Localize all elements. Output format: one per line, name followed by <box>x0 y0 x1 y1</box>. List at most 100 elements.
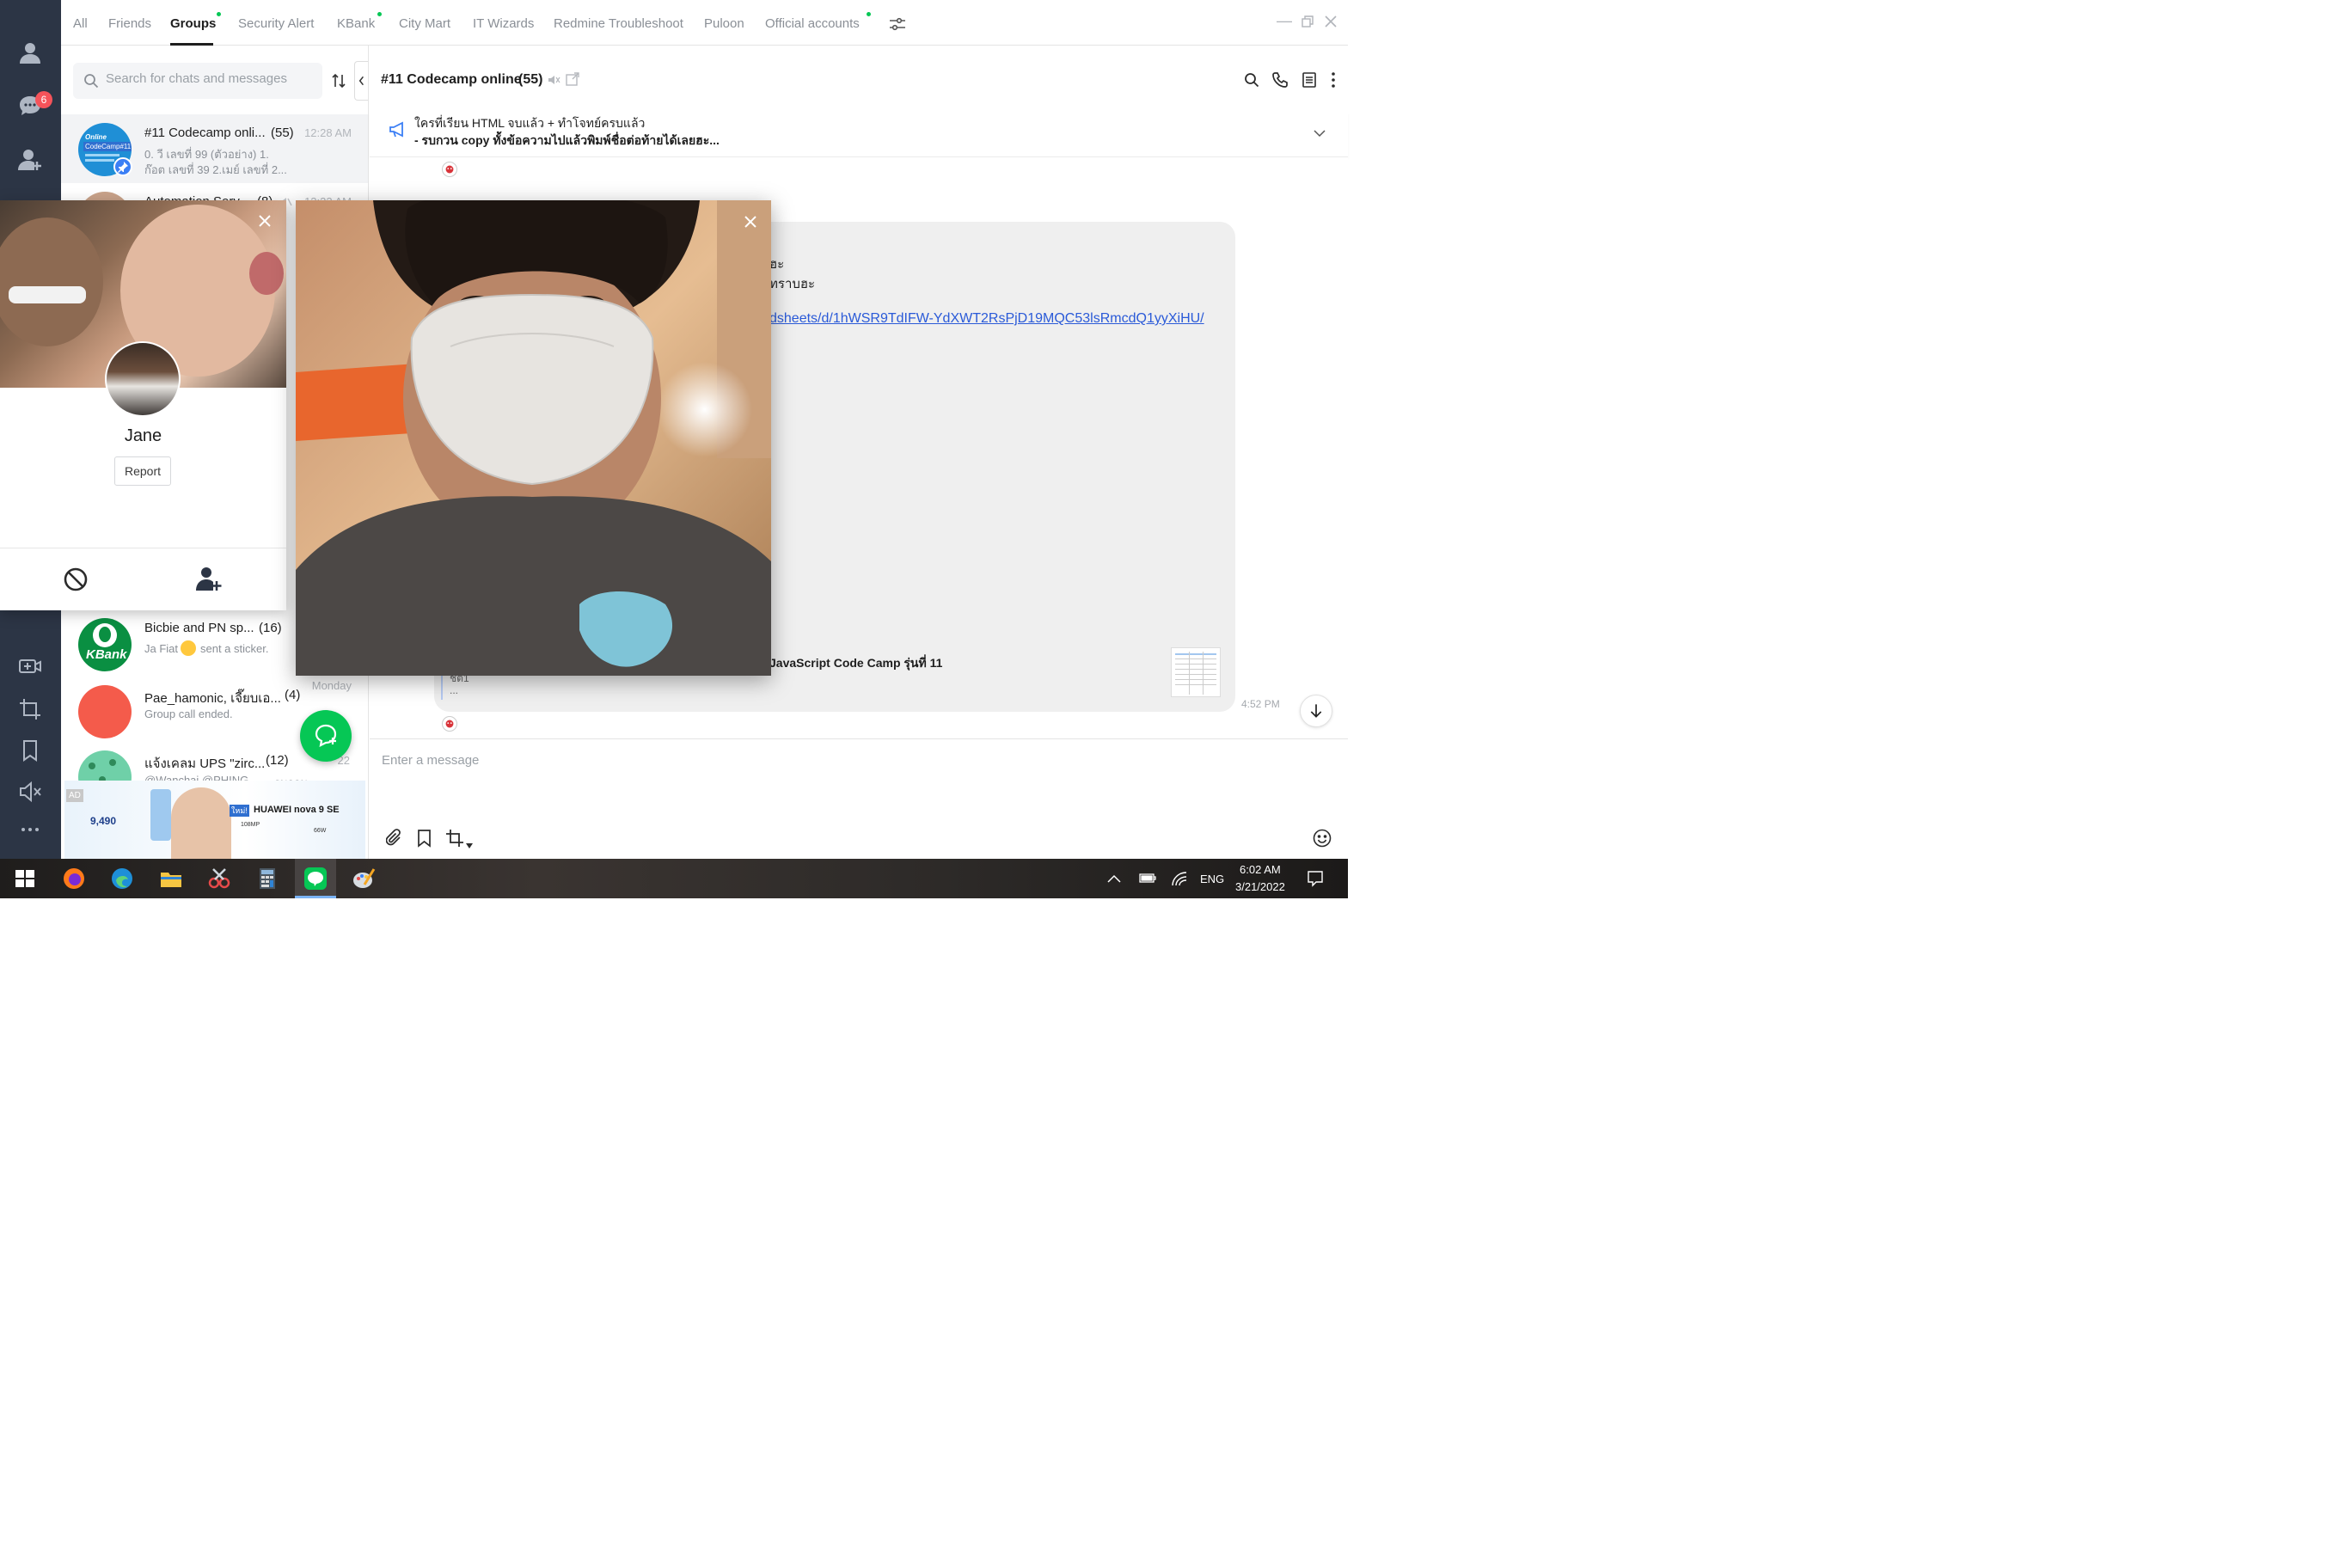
menu-more-icon[interactable] <box>1331 72 1336 88</box>
screenshot-icon[interactable] <box>17 696 43 722</box>
clock-time[interactable]: 6:02 AM <box>1240 863 1281 876</box>
close-photo-icon[interactable] <box>744 215 757 229</box>
phone-call-icon[interactable] <box>1272 72 1288 88</box>
file-explorer-icon[interactable] <box>158 866 184 891</box>
chevron-down-icon[interactable] <box>1314 126 1326 138</box>
tab-kbank[interactable]: KBank <box>337 16 375 31</box>
clock-date[interactable]: 3/21/2022 <box>1235 880 1285 893</box>
attachment-title[interactable]: JavaScript Code Camp รุ่นที่ 11 <box>769 654 942 673</box>
ad-price: 9,490 <box>90 815 117 827</box>
firefox-icon[interactable] <box>61 866 87 891</box>
profile-photo-viewer <box>296 200 771 676</box>
ad-model-image <box>171 787 231 859</box>
avatar-kbank-text: KBank <box>86 647 127 662</box>
message-composer <box>370 738 1348 859</box>
chat-member-count: (16) <box>259 621 282 635</box>
chat-member-count: (4) <box>285 688 301 702</box>
tab-settings-icon[interactable] <box>889 16 906 32</box>
profile-icon[interactable] <box>17 40 43 65</box>
wifi-icon[interactable] <box>1171 871 1188 886</box>
chat-name: #11 Codecamp onli... <box>144 126 266 140</box>
chevron-down-icon[interactable] <box>466 837 473 848</box>
ad-brand: HUAWEI nova 9 SE <box>254 805 340 815</box>
tab-all[interactable]: All <box>73 16 88 31</box>
battery-icon[interactable] <box>1137 871 1156 885</box>
line-app-icon[interactable] <box>303 866 328 891</box>
avatar-pae <box>78 685 132 738</box>
report-button[interactable]: Report <box>114 456 171 486</box>
video-call-icon[interactable] <box>17 653 43 679</box>
minimize-icon[interactable]: — <box>1277 12 1292 30</box>
tab-redmine-troubleshoot[interactable]: Redmine Troubleshoot <box>554 16 683 31</box>
chat-filter-tabs: All Friends Groups Security Alert KBank … <box>61 0 1348 46</box>
kbank-new-dot <box>377 12 382 16</box>
tab-official-accounts[interactable]: Official accounts <box>765 16 860 31</box>
megaphone-icon <box>389 121 407 138</box>
windows-start-icon[interactable] <box>12 866 38 891</box>
chat-member-count: (55) <box>271 126 294 140</box>
keep-icon[interactable] <box>17 738 43 763</box>
avatar-codecamp-text2: CodeCamp#11 <box>83 142 132 151</box>
profile-popup: Jane Report <box>0 200 286 610</box>
chat-name: Pae_hamonic, เจี๊ยบเอ... <box>144 691 281 706</box>
restore-icon[interactable] <box>1302 15 1314 28</box>
message-input[interactable] <box>382 753 1155 779</box>
action-center-icon[interactable] <box>1307 870 1324 887</box>
ad-feature3: 66W <box>314 828 327 834</box>
windows-taskbar: ENG 6:02 AM 3/21/2022 <box>0 859 1348 898</box>
ad-tag: AD <box>66 789 83 802</box>
sort-icon[interactable] <box>332 73 346 89</box>
message-link[interactable]: dsheets/d/1hWSR9TdIFW-YdXWT2RsPjD19MQC53… <box>769 311 1204 327</box>
open-window-icon[interactable] <box>566 72 579 86</box>
reaction-icon[interactable] <box>442 716 457 732</box>
tab-city-mart[interactable]: City Mart <box>399 16 450 31</box>
conversation-title[interactable]: #11 Codecamp online <box>381 72 522 88</box>
conversation-member-count: (55) <box>518 72 543 87</box>
keep-bookmark-icon[interactable] <box>417 829 432 848</box>
pin-icon <box>113 157 132 176</box>
language-indicator[interactable]: ENG <box>1200 873 1224 885</box>
collapse-list-button[interactable] <box>354 61 368 101</box>
chat-preview-line2: ก๊อต เลขที่ 39 2.เมย์ เลขที่ 2... <box>144 163 287 176</box>
search-input[interactable] <box>106 71 312 86</box>
chat-time: 12:28 AM <box>304 126 352 139</box>
show-hidden-icons-chevron-up-icon[interactable] <box>1107 873 1121 883</box>
groups-new-dot <box>217 12 221 16</box>
more-icon[interactable] <box>17 817 43 842</box>
tab-groups[interactable]: Groups <box>170 16 216 31</box>
tab-friends[interactable]: Friends <box>108 16 151 31</box>
emoji-icon <box>181 640 196 656</box>
emoji-picker-icon[interactable] <box>1313 829 1332 848</box>
tab-puloon[interactable]: Puloon <box>704 16 744 31</box>
scroll-to-bottom-button[interactable] <box>1300 695 1332 727</box>
avatar-kbank: KBank <box>78 618 132 671</box>
calculator-icon[interactable] <box>254 866 280 891</box>
attach-file-icon[interactable] <box>385 829 403 848</box>
ad-banner[interactable]: AD 9,490 ใหม่! HUAWEI nova 9 SE 108MP 66… <box>64 781 365 859</box>
notes-icon[interactable] <box>1302 72 1316 88</box>
message-text-line2: ทราบฮะ <box>769 277 816 291</box>
attachment-more: ... <box>450 684 459 696</box>
chat-row-codecamp[interactable]: Online CodeCamp#11 #11 Codecamp onli... … <box>61 114 368 183</box>
add-friend-icon[interactable] <box>195 565 223 592</box>
profile-avatar[interactable] <box>105 341 181 417</box>
snipping-tool-icon[interactable] <box>206 866 232 891</box>
mute-icon[interactable] <box>17 779 43 805</box>
new-chat-button[interactable] <box>300 710 352 762</box>
announcement-line2: - รบกวน copy ทั้งข้อความไปแล้วพิมพ์ชื่อต… <box>414 133 720 147</box>
add-friend-icon[interactable] <box>17 146 43 172</box>
paint-icon[interactable] <box>351 866 377 891</box>
profile-name: Jane <box>124 426 162 445</box>
search-icon[interactable] <box>1244 72 1259 88</box>
edge-icon[interactable] <box>109 866 135 891</box>
tab-it-wizards[interactable]: IT Wizards <box>473 16 534 31</box>
block-icon[interactable] <box>63 567 89 592</box>
close-window-icon[interactable] <box>1325 15 1337 28</box>
close-profile-icon[interactable] <box>258 214 272 228</box>
conversation-header: #11 Codecamp online (55) <box>370 46 1348 113</box>
screenshot-crop-icon[interactable] <box>445 829 464 848</box>
announcement-bar[interactable]: ใครที่เรียน HTML จบแล้ว + ทำโจทย์ครบแล้ว… <box>370 113 1348 157</box>
profile-photo <box>296 200 771 676</box>
tab-security-alert[interactable]: Security Alert <box>238 16 314 31</box>
reaction-icon[interactable] <box>442 162 457 177</box>
